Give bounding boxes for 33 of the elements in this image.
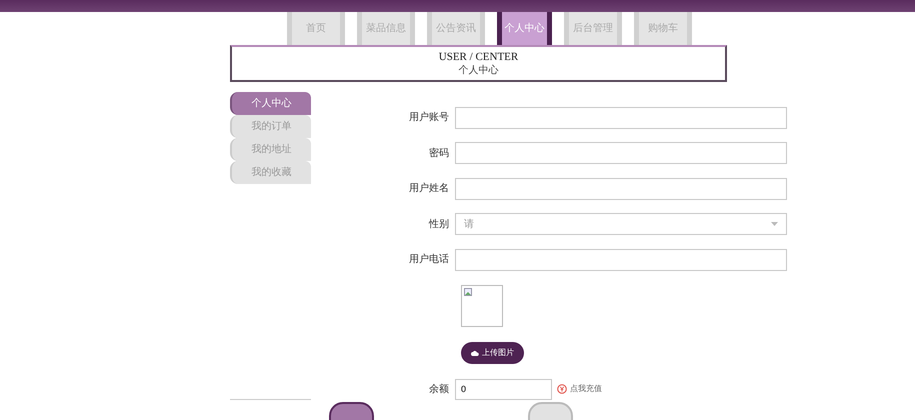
- nav-tab[interactable]: 后台管理: [564, 12, 622, 45]
- field-label: 用户账号: [408, 110, 450, 126]
- sidebar-item[interactable]: 我的收藏: [230, 161, 311, 184]
- submit-button[interactable]: [329, 402, 374, 420]
- cancel-button[interactable]: [528, 402, 573, 420]
- field-label: 性别: [428, 218, 450, 232]
- nav-tab[interactable]: 首页: [287, 12, 345, 45]
- nav-tab[interactable]: 菜品信息: [357, 12, 415, 45]
- field-label: 余额: [428, 382, 450, 396]
- nav-tab[interactable]: 个人中心: [497, 12, 552, 45]
- input-field[interactable]: [455, 142, 787, 164]
- select-field[interactable]: 请: [455, 213, 787, 236]
- sidebar-item[interactable]: 我的地址: [230, 138, 311, 161]
- cloud-icon: [471, 350, 479, 356]
- banner-subtitle: 个人中心: [458, 64, 498, 76]
- field-label: 密码: [428, 146, 450, 161]
- yen-icon: [557, 384, 567, 394]
- field-label: 用户姓名: [408, 182, 450, 196]
- select-placeholder: 请: [464, 218, 474, 232]
- input-field[interactable]: [455, 106, 787, 129]
- sidebar-item[interactable]: 个人中心: [230, 92, 311, 115]
- input-field[interactable]: [455, 248, 787, 271]
- balance-field[interactable]: 0: [455, 378, 552, 400]
- banner-title: USER / CENTER: [438, 50, 518, 64]
- recharge-link[interactable]: 点我充值: [570, 383, 602, 395]
- sidebar-item[interactable]: 我的订单: [230, 115, 311, 138]
- broken-image-icon: [464, 288, 472, 296]
- upload-button[interactable]: 上传图片: [461, 342, 524, 364]
- nav-tab[interactable]: 购物车: [634, 12, 692, 45]
- input-field[interactable]: [455, 178, 787, 200]
- nav-tab[interactable]: 公告资讯: [427, 12, 485, 45]
- caret-icon: [771, 222, 778, 226]
- field-label: 用户电话: [408, 252, 450, 268]
